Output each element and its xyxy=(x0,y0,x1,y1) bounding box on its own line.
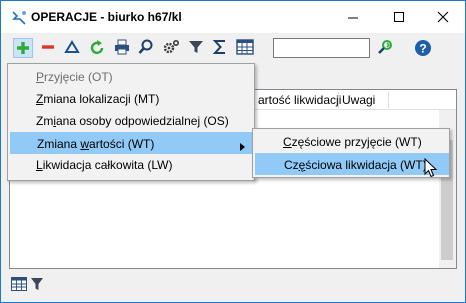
menu-item-text: rzyjęcie (OT) xyxy=(44,70,113,84)
search-button[interactable] xyxy=(137,38,157,58)
refresh-icon xyxy=(90,40,104,55)
submenu-arrow-icon xyxy=(240,140,245,154)
menu-item-value-change[interactable]: Zmiana wartości (WT) xyxy=(10,132,252,154)
menu-item-label: Zmiana wartości (WT) xyxy=(37,137,154,151)
svg-text:?: ? xyxy=(419,42,426,56)
minimize-button[interactable] xyxy=(331,1,375,33)
menu-item-text: ikwidacja całkowita (LW) xyxy=(42,158,173,172)
filter-icon xyxy=(189,41,203,53)
filter-button[interactable] xyxy=(187,38,207,58)
menu-item-responsible-person-change[interactable]: Zmiana osoby odpowiedzialnej (OS) xyxy=(10,110,252,132)
menu-item-text: Zmiana xyxy=(37,137,81,151)
menu-item-accel: C xyxy=(283,135,292,149)
menu-item-label: Zmiana osoby odpowiedzialnej (OS) xyxy=(36,114,229,128)
find-next-button[interactable] xyxy=(376,38,396,58)
menu-item-label: Zmiana lokalizacji (MT) xyxy=(36,92,159,106)
menu-item-label: Częściowa likwidacja (WT) xyxy=(284,158,427,172)
delta-button[interactable] xyxy=(63,38,83,58)
menu-item-text: ściowa likwidacja (WT) xyxy=(305,158,427,172)
columns-button[interactable] xyxy=(235,38,255,58)
settings-button[interactable] xyxy=(161,38,181,58)
menu-item-full-liquidation[interactable]: Likwidacja całkowita (LW) xyxy=(10,154,252,176)
title-bar[interactable]: OPERACJE - biurko h67/kl xyxy=(1,1,465,33)
sum-icon xyxy=(212,40,225,54)
add-icon xyxy=(17,42,29,54)
close-button[interactable] xyxy=(421,1,465,33)
help-button[interactable]: ? xyxy=(413,38,433,58)
menu-item-text: ana osoby odpowiedzialnej (OS) xyxy=(56,114,229,128)
menu-item-receipt[interactable]: Przyjęcie (OT) xyxy=(10,66,252,88)
delta-icon xyxy=(64,40,80,53)
submenu-item-partial-receipt[interactable]: Częściowe przyjęcie (WT) xyxy=(255,131,449,153)
menu-item-text: Zm xyxy=(36,114,54,128)
search-input[interactable] xyxy=(273,38,370,58)
mouse-cursor-icon xyxy=(424,157,438,181)
menu-item-text: miana lokalizacji (MT) xyxy=(43,92,160,106)
print-icon xyxy=(115,39,129,55)
column-header-notes[interactable]: Uwagi xyxy=(342,93,375,107)
settings-icon xyxy=(163,39,180,54)
maximize-icon xyxy=(394,12,404,22)
menu-item-location-change[interactable]: Zmiana lokalizacji (MT) xyxy=(10,88,252,110)
column-separator[interactable] xyxy=(338,92,339,108)
remove-icon xyxy=(42,45,54,49)
column-separator[interactable] xyxy=(388,92,389,108)
search-icon xyxy=(138,39,153,54)
operations-context-menu: Przyjęcie (OT) Zmiana lokalizacji (MT) Z… xyxy=(7,63,255,181)
menu-item-accel: L xyxy=(36,158,43,172)
sum-button[interactable] xyxy=(211,38,231,58)
add-button[interactable] xyxy=(13,38,33,58)
print-button[interactable] xyxy=(113,38,133,58)
submenu-item-partial-liquidation[interactable]: Częściowa likwidacja (WT) xyxy=(255,153,449,175)
refresh-button[interactable] xyxy=(87,38,107,58)
menu-item-label: Częściowe przyjęcie (WT) xyxy=(283,135,422,149)
menu-item-label: Przyjęcie (OT) xyxy=(36,70,113,84)
app-icon xyxy=(11,10,27,26)
value-change-submenu: Częściowe przyjęcie (WT) Częściowa likwi… xyxy=(252,128,450,178)
menu-item-text: zęściowe przyjęcie (WT) xyxy=(291,135,422,149)
toolbar: ? xyxy=(1,34,465,62)
minimize-icon xyxy=(348,17,358,19)
find-next-icon xyxy=(378,40,392,54)
help-icon: ? xyxy=(415,40,431,56)
grid-layout-icon[interactable] xyxy=(11,277,27,294)
columns-icon xyxy=(236,39,254,55)
menu-item-text: Cz xyxy=(284,158,299,172)
menu-item-accel: w xyxy=(80,137,90,151)
remove-button[interactable] xyxy=(39,38,59,58)
window-title: OPERACJE - biurko h67/kl xyxy=(31,10,182,24)
footer xyxy=(1,273,465,301)
menu-item-label: Likwidacja całkowita (LW) xyxy=(36,158,173,172)
menu-item-accel: P xyxy=(36,70,45,84)
footer-filter-icon[interactable] xyxy=(31,277,43,294)
menu-item-text: artości (WT) xyxy=(89,137,155,151)
close-icon xyxy=(437,11,449,23)
column-header-liquidation-value[interactable]: artość likwidacji xyxy=(258,93,341,107)
maximize-button[interactable] xyxy=(377,1,421,33)
